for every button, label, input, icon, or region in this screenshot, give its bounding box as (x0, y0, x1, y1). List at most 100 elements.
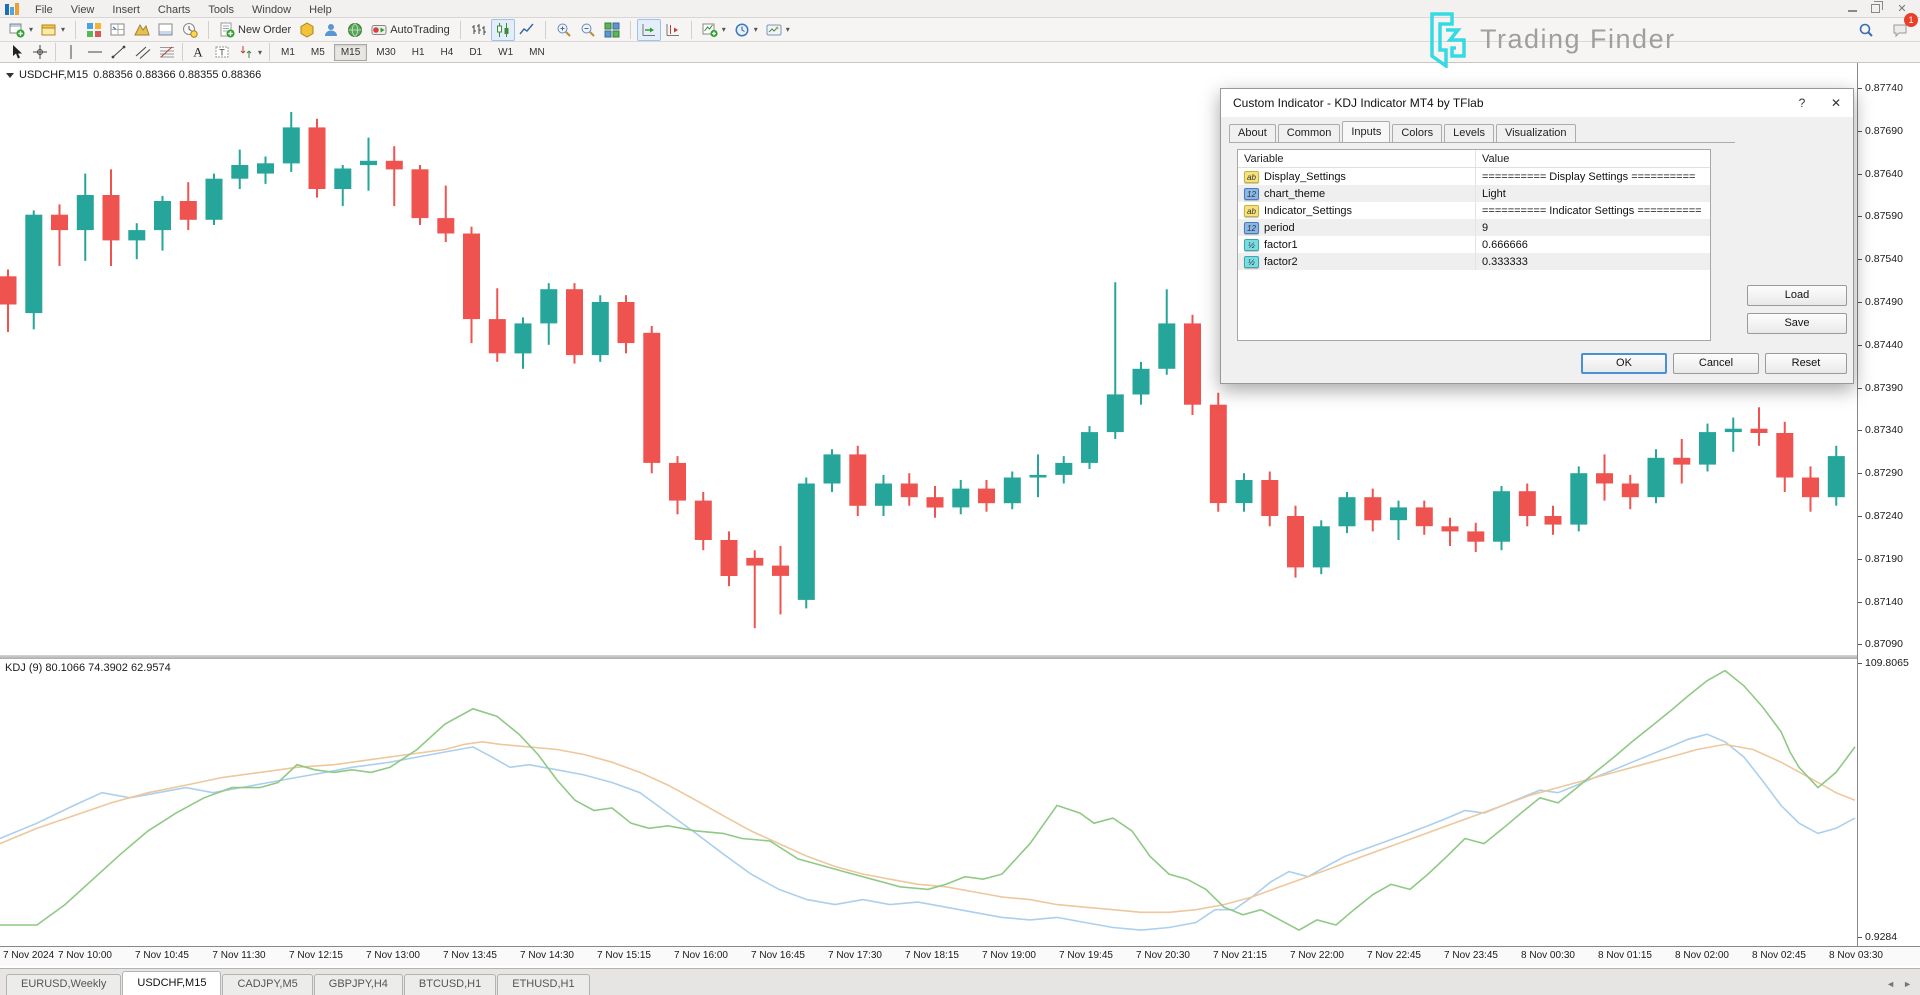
timeframe-button-m30[interactable]: M30 (369, 44, 402, 61)
menu-item-window[interactable]: Window (243, 2, 300, 18)
text-tool-button[interactable]: A (186, 41, 210, 63)
sounds-button[interactable] (343, 19, 367, 41)
timeframe-button-h1[interactable]: H1 (405, 44, 432, 61)
arrows-tool-dropdown-icon[interactable]: ▾ (258, 48, 262, 57)
variable-name: chart_theme (1264, 188, 1325, 200)
inputs-table-row-indicator-settings[interactable]: abIndicator_Settings========== Indicator… (1238, 202, 1710, 219)
templates-dropdown-icon[interactable]: ▾ (786, 25, 790, 34)
vline-tool-button[interactable] (59, 41, 83, 63)
inputs-table-row-chart-theme[interactable]: 12chart_themeLight (1238, 185, 1710, 202)
zoom-out-button[interactable] (576, 19, 600, 41)
variable-value[interactable]: ========== Indicator Settings ========== (1476, 205, 1710, 217)
inputs-table[interactable]: VariableValueabDisplay_Settings=========… (1237, 149, 1711, 341)
indicators-dropdown-icon[interactable]: ▾ (722, 25, 726, 34)
time-axis[interactable]: 7 Nov 20247 Nov 10:007 Nov 10:457 Nov 11… (0, 946, 1920, 966)
kdj-indicator-pane[interactable]: KDJ (9) 80.1066 74.3902 62.9574 (0, 659, 1857, 946)
save-button[interactable]: Save (1747, 313, 1847, 334)
dialog-help-button[interactable]: ? (1787, 89, 1817, 117)
menu-item-help[interactable]: Help (300, 2, 341, 18)
profiles-button[interactable]: ▾ (37, 19, 69, 41)
data-window-button[interactable] (106, 19, 130, 41)
search-icon[interactable] (1854, 19, 1878, 41)
cursor-tool-button[interactable] (4, 41, 28, 63)
chart-shift-button[interactable] (661, 19, 685, 41)
new-order-button[interactable]: New Order (215, 19, 295, 41)
dialog-tab-inputs[interactable]: Inputs (1342, 121, 1390, 142)
timeframe-button-mn[interactable]: MN (522, 44, 552, 61)
chart-tab-ethusd-h1[interactable]: ETHUSD,H1 (497, 974, 589, 995)
terminal-button[interactable] (154, 19, 178, 41)
variable-value[interactable]: 0.666666 (1476, 239, 1710, 251)
timeframe-button-d1[interactable]: D1 (462, 44, 489, 61)
timeframe-button-w1[interactable]: W1 (491, 44, 520, 61)
chart-candles-button[interactable] (491, 19, 515, 41)
ok-button[interactable]: OK (1581, 353, 1667, 374)
menu-item-insert[interactable]: Insert (103, 2, 149, 18)
strategy-tester-button[interactable] (178, 19, 202, 41)
tile-windows-button[interactable] (600, 19, 624, 41)
market-watch-button[interactable] (82, 19, 106, 41)
navigator-button[interactable] (130, 19, 154, 41)
variable-value[interactable]: ========== Display Settings ========== (1476, 171, 1710, 183)
dialog-title-bar[interactable]: Custom Indicator - KDJ Indicator MT4 by … (1221, 89, 1853, 117)
cancel-button[interactable]: Cancel (1673, 353, 1759, 374)
variable-value[interactable]: 9 (1476, 222, 1710, 234)
timeframe-button-h4[interactable]: H4 (434, 44, 461, 61)
auto-scroll-button[interactable] (637, 19, 661, 41)
chart-tab-cadjpy-m5[interactable]: CADJPY,M5 (222, 974, 312, 995)
indicators-button[interactable]: ▾ (698, 19, 730, 41)
arrows-tool-tool-button[interactable]: ▾ (234, 41, 266, 63)
periods-button[interactable]: ▾ (730, 19, 762, 41)
variable-value[interactable]: Light (1476, 188, 1710, 200)
chart-tab-gbpjpy-h4[interactable]: GBPJPY,H4 (314, 974, 403, 995)
inputs-table-row-period[interactable]: 12period9 (1238, 219, 1710, 236)
menu-item-charts[interactable]: Charts (149, 2, 199, 18)
inputs-table-row-factor2[interactable]: ½factor20.333333 (1238, 253, 1710, 270)
periods-dropdown-icon[interactable]: ▾ (754, 25, 758, 34)
chart-bars-button[interactable] (467, 19, 491, 41)
new-chart-button[interactable]: ▾ (5, 19, 37, 41)
fibonacci-tool-button[interactable] (155, 41, 179, 63)
chart-tab-usdchf-m15[interactable]: USDCHF,M15 (122, 971, 221, 995)
chart-tab-eurusd-weekly[interactable]: EURUSD,Weekly (6, 974, 121, 995)
reset-button[interactable]: Reset (1765, 353, 1847, 374)
timeframe-button-m15[interactable]: M15 (334, 44, 367, 61)
tab-scroll-right-icon[interactable]: ► (1903, 979, 1912, 989)
experts-button[interactable] (319, 19, 343, 41)
templates-button[interactable]: ▾ (762, 19, 794, 41)
metaeditor-button[interactable] (295, 19, 319, 41)
notifications-icon[interactable]: 1 (1888, 19, 1912, 41)
hline-tool-button[interactable] (83, 41, 107, 63)
menu-item-tools[interactable]: Tools (199, 2, 243, 18)
profiles-dropdown-icon[interactable]: ▾ (61, 25, 65, 34)
timeframe-button-m1[interactable]: M1 (274, 44, 302, 61)
autotrading-button[interactable]: AutoTrading (367, 19, 454, 41)
tab-scroll-left-icon[interactable]: ◄ (1886, 979, 1895, 989)
minimize-icon[interactable] (1848, 5, 1857, 12)
menu-item-file[interactable]: File (26, 2, 62, 18)
price-axis[interactable]: 0.877400.876900.876400.875900.875400.874… (1857, 63, 1920, 946)
dialog-tab-colors[interactable]: Colors (1392, 124, 1442, 142)
kdj-lines-chart[interactable] (0, 659, 1857, 946)
chart-line-button[interactable] (515, 19, 539, 41)
dialog-close-icon[interactable]: ✕ (1821, 89, 1851, 117)
load-button[interactable]: Load (1747, 285, 1847, 306)
timeframe-button-m5[interactable]: M5 (304, 44, 332, 61)
variable-value[interactable]: 0.333333 (1476, 256, 1710, 268)
collapse-icon[interactable] (6, 73, 14, 78)
zoom-in-button[interactable] (552, 19, 576, 41)
dialog-tab-visualization[interactable]: Visualization (1496, 124, 1576, 142)
dialog-tab-common[interactable]: Common (1278, 124, 1341, 142)
dialog-tab-levels[interactable]: Levels (1444, 124, 1494, 142)
channel-tool-button[interactable] (131, 41, 155, 63)
crosshair-tool-button[interactable] (28, 41, 52, 63)
restore-icon[interactable] (1871, 4, 1880, 13)
dialog-tab-about[interactable]: About (1229, 124, 1276, 142)
label-tool-button[interactable]: T (210, 41, 234, 63)
menu-item-view[interactable]: View (62, 2, 104, 18)
inputs-table-row-factor1[interactable]: ½factor10.666666 (1238, 236, 1710, 253)
trendline-tool-button[interactable] (107, 41, 131, 63)
chart-tab-btcusd-h1[interactable]: BTCUSD,H1 (404, 974, 496, 995)
inputs-table-row-display-settings[interactable]: abDisplay_Settings========== Display Set… (1238, 168, 1710, 185)
new-chart-dropdown-icon[interactable]: ▾ (29, 25, 33, 34)
